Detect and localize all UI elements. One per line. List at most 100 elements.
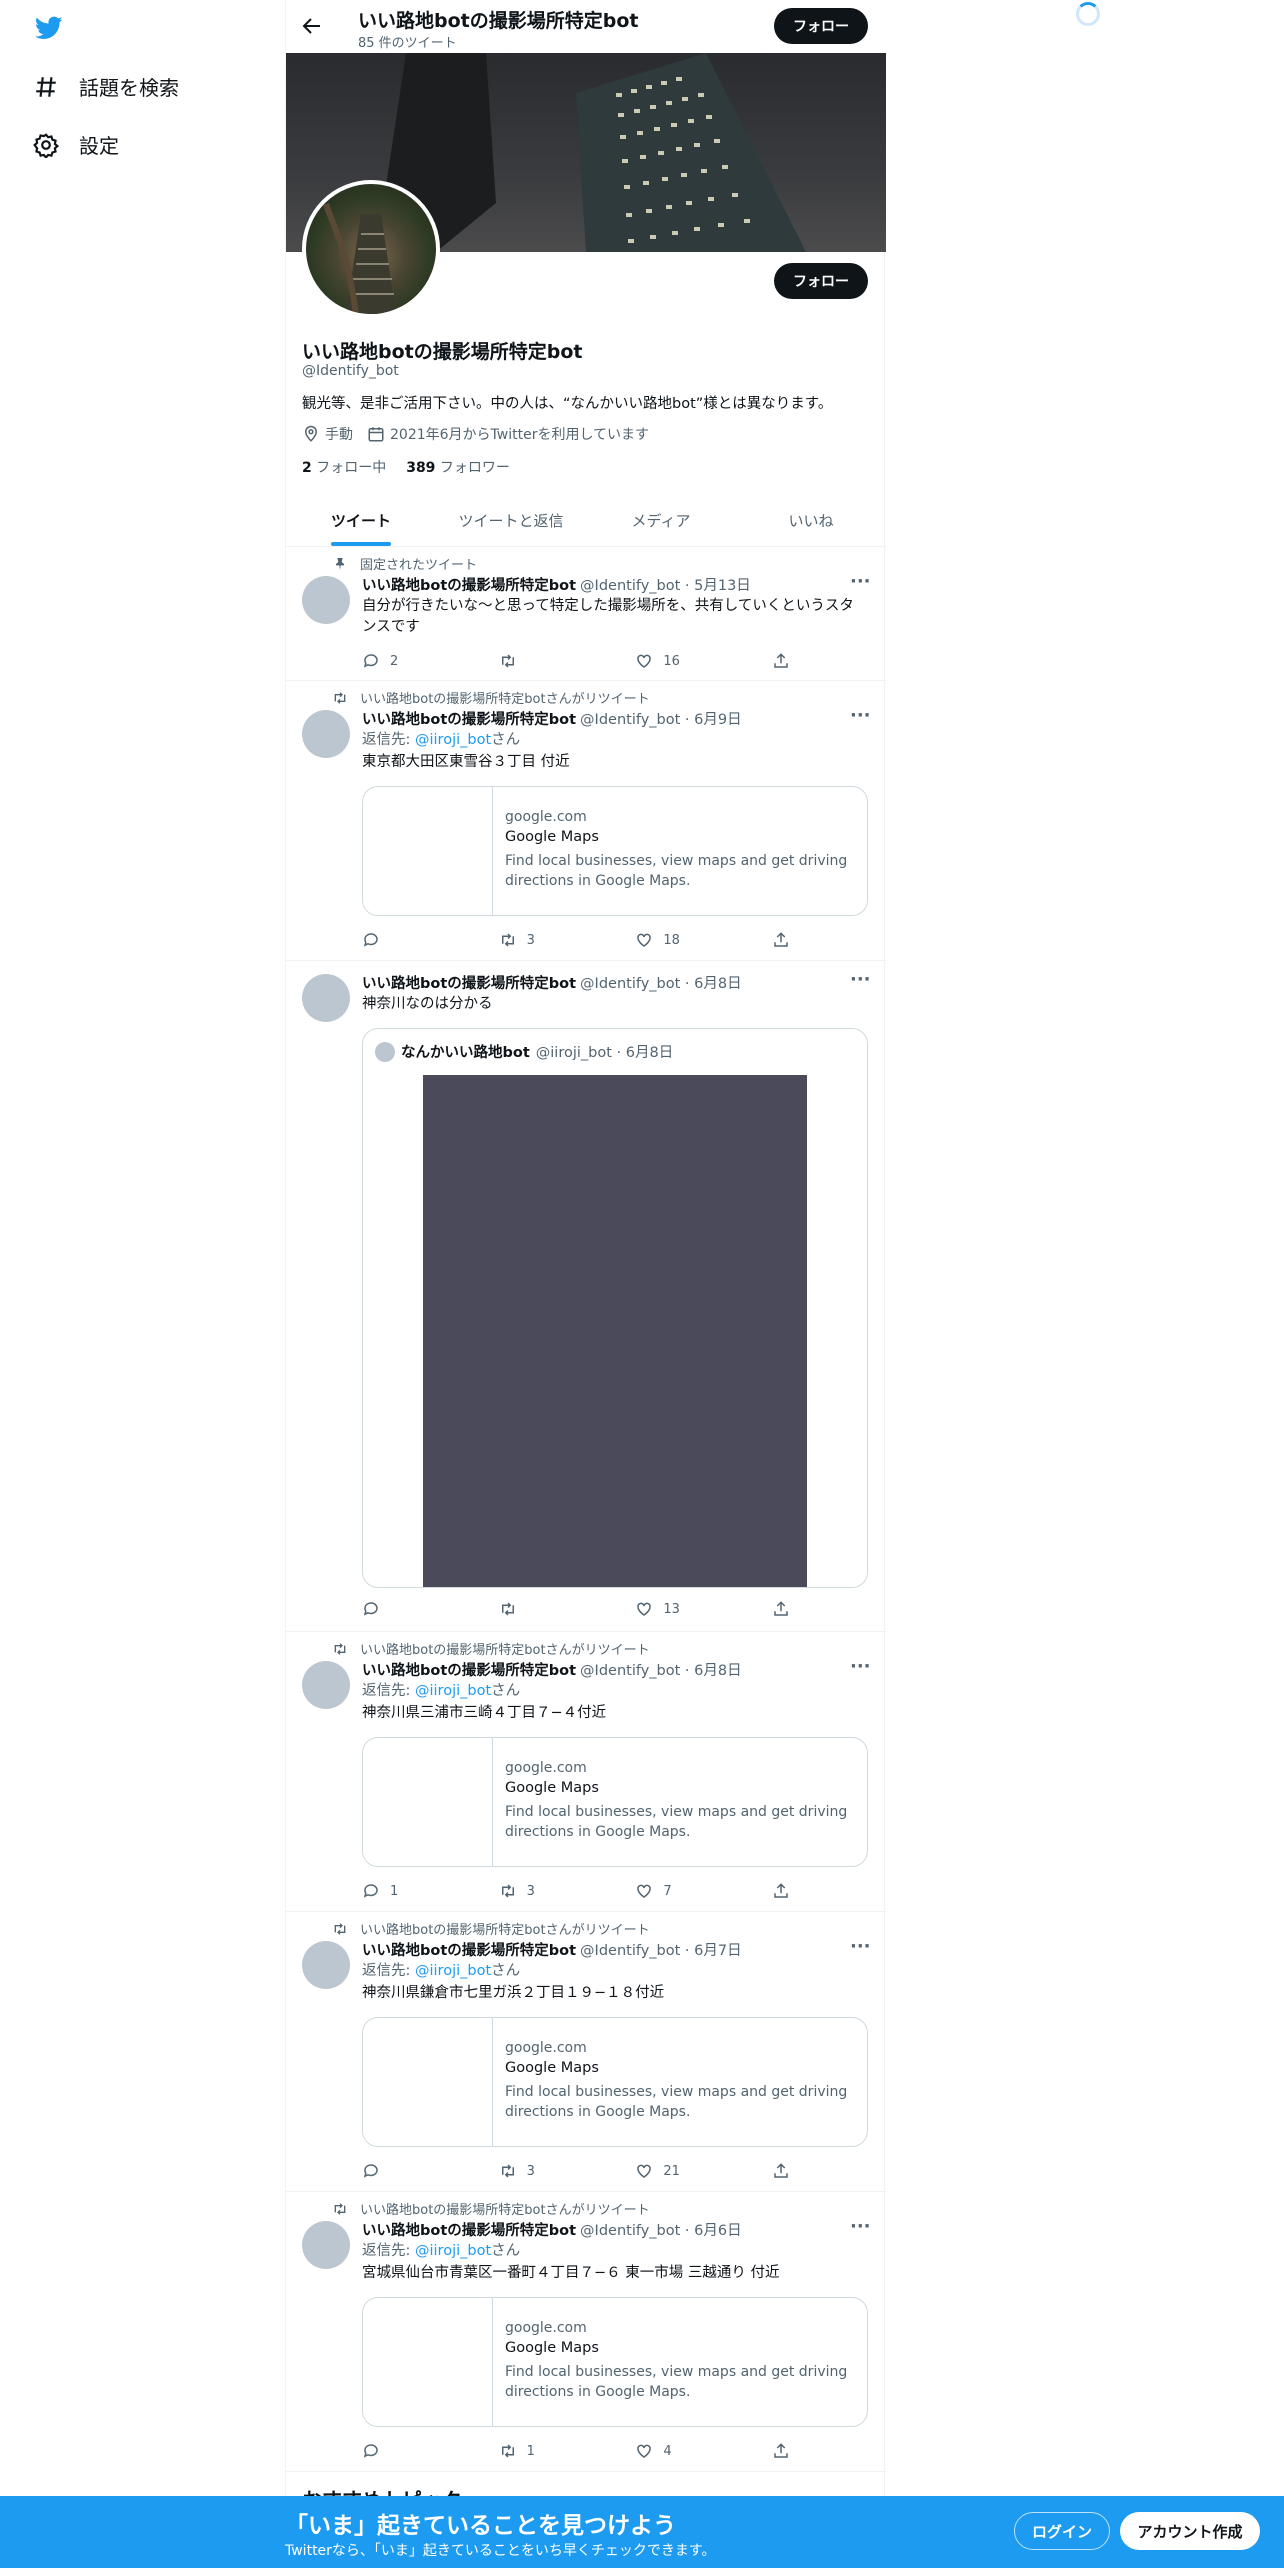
profile-bio: 観光等、是非ご活用下さい。中の人は、“なんかいい路地bot”様とは異なります。 [302, 396, 833, 412]
share-button[interactable] [772, 652, 792, 670]
more-options-icon[interactable]: ··· [850, 971, 871, 994]
avatar-alley-image [323, 203, 396, 314]
header-follow-button[interactable]: フォロー [774, 8, 868, 44]
reply-button[interactable] [362, 2442, 457, 2460]
more-options-icon[interactable]: ··· [850, 1658, 871, 1681]
hashtag-icon [36, 76, 56, 97]
tweet-meta[interactable]: @Identify_bot · 6月9日 [580, 708, 742, 729]
tweet-author-name[interactable]: いい路地botの撮影場所特定bot [362, 1659, 576, 1680]
like-button[interactable]: 18 [635, 931, 730, 949]
tab-media[interactable]: メディア [586, 495, 736, 546]
tweet-meta[interactable]: @Identify_bot · 6月7日 [580, 1939, 742, 1960]
more-options-icon[interactable]: ··· [850, 573, 871, 596]
link-card-domain: google.com [505, 1760, 587, 1776]
tweet-avatar[interactable] [302, 576, 350, 624]
reply-button[interactable] [362, 1600, 457, 1618]
tweet-context-text: いい路地botの撮影場所特定botさんがリツイート [360, 1923, 650, 1938]
retweet-button[interactable]: 3 [499, 2162, 594, 2180]
tweet-author-name[interactable]: いい路地botの撮影場所特定bot [362, 708, 576, 729]
more-options-icon[interactable]: ··· [850, 2218, 871, 2241]
reply-button[interactable] [362, 931, 457, 949]
tweet-meta[interactable]: @Identify_bot · 6月8日 [580, 972, 742, 993]
link-card-thumbnail [363, 1738, 493, 1866]
tweet-author-name[interactable]: いい路地botの撮影場所特定bot [362, 1939, 576, 1960]
signup-banner: 「いま」起きていることを見つけよう Twitterなら、「いま」起きていることを… [0, 2496, 1284, 2568]
share-button[interactable] [772, 1600, 792, 1618]
quoted-tweet-header: なんかいい路地bot @iiroji_bot · 6月8日 [375, 1041, 673, 1062]
retweet-context-icon [334, 1922, 346, 1935]
tweet-avatar[interactable] [302, 1941, 350, 1989]
retweet-button[interactable]: 3 [499, 1882, 594, 1900]
tweet-author-name[interactable]: いい路地botの撮影場所特定bot [362, 972, 576, 993]
tweet-quote[interactable]: いい路地botの撮影場所特定bot @Identify_bot · 6月8日 ·… [286, 962, 886, 1632]
tweet-retweet[interactable]: いい路地botの撮影場所特定botさんがリツイート いい路地botの撮影場所特定… [286, 1633, 886, 1912]
more-options-icon[interactable]: ··· [850, 1938, 871, 1961]
like-button[interactable]: 13 [635, 1600, 730, 1618]
retweet-button[interactable] [499, 652, 594, 670]
retweet-button[interactable]: 1 [499, 2442, 594, 2460]
share-button[interactable] [772, 1882, 792, 1900]
reply-button[interactable]: 1 [362, 1882, 457, 1900]
tweet-actions: 2 16 [362, 652, 792, 670]
followers-link[interactable]: 389 フォロワー [406, 457, 510, 477]
twitter-logo-icon[interactable] [33, 14, 65, 42]
like-button[interactable]: 16 [635, 652, 730, 670]
link-card[interactable]: google.com Google Maps Find local busine… [362, 1737, 868, 1867]
signup-button[interactable]: アカウント作成 [1120, 2512, 1260, 2550]
tab-tweets-and-replies[interactable]: ツイートと返信 [436, 495, 586, 546]
link-card-domain: google.com [505, 2040, 587, 2056]
tweet-meta[interactable]: @Identify_bot · 6月8日 [580, 1659, 742, 1680]
link-card[interactable]: google.com Google Maps Find local busine… [362, 786, 868, 916]
heart-icon [637, 1602, 652, 1616]
reply-button[interactable] [362, 2162, 457, 2180]
link-card[interactable]: google.com Google Maps Find local busine… [362, 2297, 868, 2427]
retweet-icon [501, 2164, 514, 2178]
location-pin-icon [304, 425, 318, 442]
share-button[interactable] [772, 2442, 792, 2460]
quoted-tweet-image[interactable] [423, 1075, 807, 1587]
like-button[interactable]: 21 [635, 2162, 730, 2180]
login-button[interactable]: ログイン [1014, 2512, 1110, 2550]
profile-avatar[interactable] [302, 180, 440, 318]
like-button[interactable]: 4 [635, 2442, 730, 2460]
link-card[interactable]: google.com Google Maps Find local busine… [362, 2017, 868, 2147]
profile-follow-button[interactable]: フォロー [774, 263, 868, 299]
tweet-context: 固定されたツイート [332, 554, 477, 573]
tweet-avatar[interactable] [302, 974, 350, 1022]
retweet-button[interactable] [499, 1600, 594, 1618]
tweet-author-name[interactable]: いい路地botの撮影場所特定bot [362, 574, 576, 595]
reply-to-link[interactable]: @iiroji_bot [415, 1683, 491, 1699]
retweet-button[interactable]: 3 [499, 931, 594, 949]
tweet-retweet[interactable]: いい路地botの撮影場所特定botさんがリツイート いい路地botの撮影場所特定… [286, 682, 886, 961]
following-link[interactable]: 2 フォロー中 [302, 457, 386, 477]
reply-to-link[interactable]: @iiroji_bot [415, 732, 491, 748]
reply-to-link[interactable]: @iiroji_bot [415, 1963, 491, 1979]
profile-header-bar: いい路地botの撮影場所特定bot 85 件のツイート フォロー [286, 0, 886, 53]
like-button[interactable]: 7 [635, 1882, 730, 1900]
nav-settings[interactable]: 設定 [33, 130, 119, 159]
tweet-author-name[interactable]: いい路地botの撮影場所特定bot [362, 2219, 576, 2240]
tweet-avatar[interactable] [302, 1661, 350, 1709]
share-button[interactable] [772, 931, 792, 949]
tweet-retweet[interactable]: いい路地botの撮影場所特定botさんがリツイート いい路地botの撮影場所特定… [286, 1913, 886, 2192]
like-count: 7 [663, 1883, 672, 1899]
more-options-icon[interactable]: ··· [850, 707, 871, 730]
nav-explore[interactable]: 話題を検索 [33, 72, 179, 101]
tweet-avatar[interactable] [302, 710, 350, 758]
tweet-context: いい路地botの撮影場所特定botさんがリツイート [332, 688, 650, 707]
quoted-tweet[interactable]: なんかいい路地bot @iiroji_bot · 6月8日 [362, 1028, 868, 1588]
share-button[interactable] [772, 2162, 792, 2180]
tweet-retweet[interactable]: いい路地botの撮影場所特定botさんがリツイート いい路地botの撮影場所特定… [286, 2193, 886, 2472]
tweet-header: いい路地botの撮影場所特定bot @Identify_bot · 6月7日 [362, 1939, 742, 1960]
reply-button[interactable]: 2 [362, 652, 457, 670]
calendar-icon [368, 427, 384, 442]
tab-likes[interactable]: いいね [736, 495, 886, 546]
tweet-pinned[interactable]: 固定されたツイート いい路地botの撮影場所特定bot @Identify_bo… [286, 548, 886, 681]
tweet-meta[interactable]: @Identify_bot · 5月13日 [580, 574, 751, 595]
tweet-avatar[interactable] [302, 2221, 350, 2269]
retweet-count: 3 [526, 2163, 535, 2179]
tweet-meta[interactable]: @Identify_bot · 6月6日 [580, 2219, 742, 2240]
tab-tweets[interactable]: ツイート [286, 495, 436, 546]
back-arrow-icon[interactable] [300, 14, 324, 38]
reply-to-link[interactable]: @iiroji_bot [415, 2243, 491, 2259]
